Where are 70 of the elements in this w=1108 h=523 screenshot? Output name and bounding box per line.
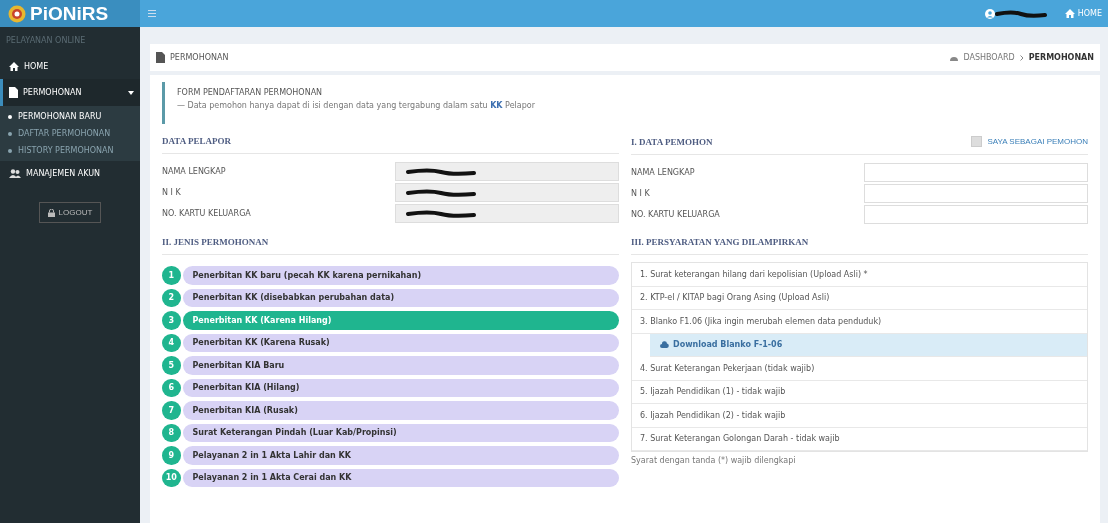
submenu-item[interactable]: HISTORY PERMOHONAN <box>0 142 140 159</box>
requirement-row: 2. KTP-el / KITAP bagi Orang Asing (Upload Asli) <box>632 286 1087 310</box>
request-type-option[interactable]: Pelayanan 2 in 1 Akta Lahir dan KK <box>182 446 619 465</box>
field-label: NO. KARTU KELUARGA <box>631 210 721 219</box>
document-icon <box>9 87 18 98</box>
section-title: I. DATA PEMOHON <box>631 136 714 147</box>
input-field[interactable] <box>395 183 619 202</box>
request-type-option[interactable]: Penerbitan KK (Karena Rusak) <box>182 333 619 352</box>
request-type-option[interactable]: Penerbitan KK (disebabkan perubahan data) <box>182 288 619 307</box>
request-type-option[interactable]: Penerbitan KIA Baru <box>182 356 619 375</box>
users-icon <box>9 169 21 178</box>
number-badge: 10 <box>162 468 181 487</box>
submenu-item[interactable]: DAFTAR PERMOHONAN <box>0 125 140 142</box>
sidebar-item[interactable]: PERMOHONAN <box>0 79 140 106</box>
page-title: PERMOHONAN <box>170 53 229 62</box>
input-field[interactable] <box>864 163 1088 182</box>
form-note: — Data pemohon hanya dapat di isi dengan data yang tergabung dalam satu KK Pelapor <box>177 101 536 110</box>
number-badge: 8 <box>162 423 181 442</box>
field-label: N I K <box>631 189 651 198</box>
download-link[interactable]: Download Blanko F-1-06 <box>650 333 1087 357</box>
request-type-option[interactable]: Pelayanan 2 in 1 Akta Cerai dan KK <box>182 468 619 487</box>
number-badge: 6 <box>162 378 181 397</box>
document-icon <box>156 52 165 63</box>
number-badge: 5 <box>162 356 181 375</box>
section-title: II. JENIS PERMOHONAN <box>162 237 270 247</box>
breadcrumb-link[interactable]: DASHBOARD <box>963 53 1015 62</box>
user-icon[interactable] <box>984 8 995 19</box>
field-label: N I K <box>162 188 182 197</box>
menu-icon[interactable] <box>148 10 156 17</box>
number-badge: 2 <box>162 288 181 307</box>
input-field[interactable] <box>395 204 619 223</box>
form-title: FORM PENDAFTARAN PERMOHONAN <box>177 88 324 97</box>
input-field[interactable] <box>864 184 1088 203</box>
section-title: III. PERSYARATAN YANG DILAMPIRKAN <box>631 237 810 247</box>
home-icon <box>1064 9 1075 18</box>
field-label: NO. KARTU KELUARGA <box>162 209 252 218</box>
request-type-option[interactable]: Surat Keterangan Pindah (Luar Kab/Propinsi) <box>182 423 619 442</box>
requirement-row: 1. Surat keterangan hilang dari kepolisian (Upload Asli) * <box>632 263 1087 287</box>
submenu-item[interactable]: PERMOHONAN BARU <box>0 108 140 125</box>
input-field[interactable] <box>395 162 619 181</box>
request-type-option[interactable]: Penerbitan KK baru (pecah KK karena pernikahan) <box>182 266 619 285</box>
chevron-icon <box>1019 54 1024 61</box>
cloud-download-icon <box>660 341 669 349</box>
field-label: NAMA LENGKAP <box>631 168 696 177</box>
sidebar-item[interactable]: MANAJEMEN AKUN <box>0 161 140 186</box>
requirement-row: 4. Surat Keterangan Pekerjaan (tidak wajib) <box>632 357 1087 381</box>
self-checkbox[interactable]: SAYA SEBAGAI PEMOHON <box>971 136 1088 147</box>
sidebar-subtitle: PELAYANAN ONLINE <box>5 35 87 47</box>
requirement-row: 5. Ijazah Pendidikan (1) - tidak wajib <box>632 380 1087 404</box>
number-badge: 3 <box>162 311 181 330</box>
request-type-option[interactable]: Penerbitan KIA (Hilang) <box>182 378 619 397</box>
requirement-row: 3. Blanko F1.06 (Jika ingin merubah elemen data penduduk) <box>632 310 1087 334</box>
footnote: Syarat dengan tanda (*) wajib dilengkapi <box>631 456 797 465</box>
section-title: DATA PELAPOR <box>162 136 232 146</box>
logout-button[interactable]: LOGOUT <box>38 202 102 223</box>
number-badge: 4 <box>162 333 181 352</box>
home-icon <box>9 62 19 71</box>
number-badge: 9 <box>162 446 181 465</box>
logo-text[interactable]: PiONiRS <box>30 2 109 25</box>
request-type-option[interactable]: Penerbitan KIA (Rusak) <box>182 401 619 420</box>
lock-icon <box>47 208 55 217</box>
field-label: NAMA LENGKAP <box>162 167 227 176</box>
sidebar-item[interactable]: HOME <box>0 54 140 79</box>
number-badge: 7 <box>162 401 181 420</box>
dashboard-icon <box>950 54 959 61</box>
emblem-icon <box>8 4 26 23</box>
requirement-row: 6. Ijazah Pendidikan (2) - tidak wajib <box>632 404 1087 428</box>
number-badge: 1 <box>162 266 181 285</box>
requirement-row: 7. Surat Keterangan Golongan Darah - tidak wajib <box>632 427 1087 451</box>
input-field[interactable] <box>864 205 1088 224</box>
